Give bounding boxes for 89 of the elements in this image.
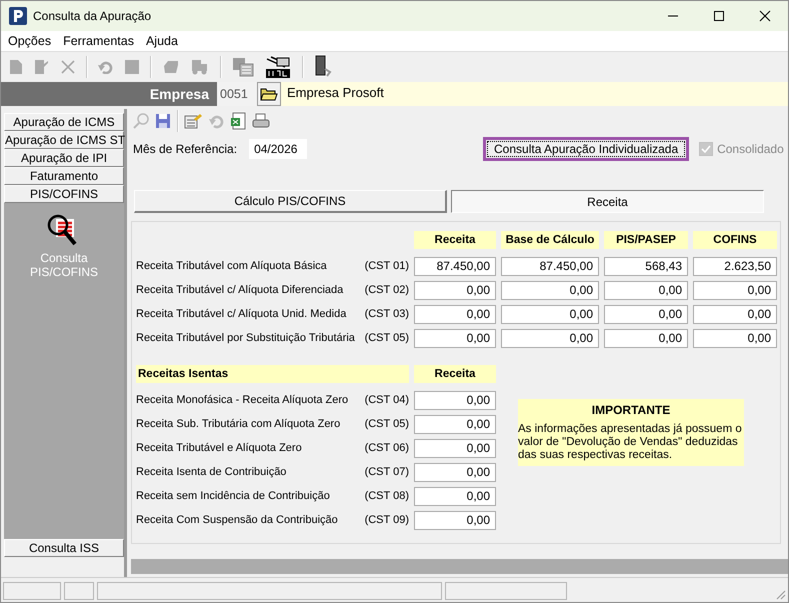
value-field[interactable]: 87.450,00 [414,256,496,276]
reference-label: Mês de Referência: [133,142,238,156]
column-header: Base de Cálculo [501,231,599,249]
company-name-field[interactable]: Empresa Prosoft [281,82,788,106]
value-field[interactable]: 0,00 [414,280,496,300]
value-field[interactable]: 2.623,50 [693,256,777,276]
folder-icon [260,87,278,101]
value-field[interactable]: 0,00 [414,462,496,482]
resize-grip-icon[interactable] [776,590,786,600]
cst-code: (CST 03) [364,307,409,321]
row-label: Receita Tributável por Substituição Tributária [136,331,356,345]
row-label: Receita Monofásica - Receita Alíquota Zero [136,393,350,407]
truck-icon[interactable] [191,58,209,74]
subtab[interactable]: Cálculo PIS/COFINS [134,190,447,213]
row-label: Receita Tributável e Alíquota Zero [136,441,303,455]
cst-code: (CST 04) [364,393,409,407]
value-field[interactable]: 0,00 [693,280,777,300]
edit-page-icon[interactable] [34,58,50,74]
sidebar-tab[interactable]: Faturamento [4,167,124,185]
notice-title: IMPORTANTE [590,403,672,417]
documents-icon[interactable] [232,56,254,76]
delete-icon[interactable] [61,60,75,74]
column-header: COFINS [693,231,777,249]
cst-code: (CST 06) [364,441,409,455]
cst-code: (CST 05) [364,417,409,431]
row-label: Receita Sub. Tributária com Alíquota Zero [136,417,342,431]
notice-text: As informações apresentadas já possuem o valor de "Devolução de Vendas" deduzidas das suas respectivas receitas. [518,423,743,462]
row-label: Receita Com Suspensão da Contribuição [136,513,339,527]
close-icon[interactable] [759,10,771,22]
cst-code: (CST 05) [364,331,409,345]
exit-door-icon[interactable] [314,54,334,78]
sidebar-tab[interactable]: Apuração de ICMS [4,113,124,131]
value-field[interactable]: 0,00 [501,280,599,300]
consolidated-label: Consolidado [717,142,784,156]
value-field[interactable]: 0,00 [414,438,496,458]
value-field[interactable]: 87.450,00 [501,256,599,276]
cst-code: (CST 07) [364,465,409,479]
value-field[interactable]: 0,00 [604,328,688,348]
stop-icon[interactable] [125,60,139,74]
undo-icon[interactable] [98,60,114,74]
value-field[interactable]: 0,00 [414,510,496,530]
value-field[interactable]: 0,00 [414,390,496,410]
sidebar-tab[interactable]: PIS/COFINS [4,185,124,203]
subtab[interactable]: Receita [451,190,764,213]
menu-item[interactable]: Ferramentas [63,34,134,48]
window-title: Consulta da Apuração [33,9,152,23]
sidebar-tab[interactable]: Apuração de ICMS ST [4,131,124,149]
status-panel [3,582,61,600]
spreadsheet-icon[interactable] [230,112,246,130]
cst-code: (CST 08) [364,489,409,503]
value-field[interactable]: 0,00 [414,414,496,434]
company-label: Empresa [148,85,210,104]
row-label: Receita Tributável c/ Alíquota Unid. Medida [136,307,348,321]
value-field[interactable]: 0,00 [414,486,496,506]
value-field[interactable]: 0,00 [693,328,777,348]
value-field[interactable]: 0,00 [414,328,496,348]
scanner-drawing[interactable] [265,54,291,78]
open-folder-button[interactable] [257,82,281,106]
company-code-field[interactable]: 0051 [217,82,257,106]
sidebar-tab[interactable]: Apuração de IPI [4,149,124,167]
reference-month-field[interactable]: 04/2026 [249,139,308,159]
new-page-icon[interactable] [9,58,23,74]
sidebar-tab[interactable]: Consulta ISS [4,539,124,557]
row-label: Receita Tributável c/ Alíquota Diferenciada [136,283,344,297]
menu-item[interactable]: Ajuda [146,34,178,48]
status-panel [64,582,94,600]
column-header: PIS/PASEP [604,231,688,249]
cst-code: (CST 02) [364,283,409,297]
cst-code: (CST 01) [364,259,409,273]
save-icon[interactable] [155,113,171,129]
value-field[interactable]: 568,43 [604,256,688,276]
menu-item[interactable]: Opções [8,34,52,48]
value-field[interactable]: 0,00 [414,304,496,324]
value-field[interactable]: 0,00 [501,304,599,324]
app-logo-icon [9,7,27,25]
value-field[interactable]: 0,00 [604,280,688,300]
individual-query-button[interactable]: Consulta Apuração Individualizada [483,137,690,161]
value-field[interactable]: 0,00 [693,304,777,324]
cst-code: (CST 09) [364,513,409,527]
column-header: Receita [414,231,496,249]
form-edit-icon[interactable] [184,113,202,129]
row-label: Receita sem Incidência de Contribuição [136,489,331,503]
value-field[interactable]: 0,00 [501,328,599,348]
row-label: Receita Isenta de Contribuição [136,465,288,479]
maximize-icon[interactable] [713,10,725,22]
section-header: Receitas Isentas [136,365,409,383]
value-field[interactable]: 0,00 [604,304,688,324]
row-label: Receita Tributável com Alíquota Básica [136,259,328,273]
column-header: Receita [414,365,496,383]
